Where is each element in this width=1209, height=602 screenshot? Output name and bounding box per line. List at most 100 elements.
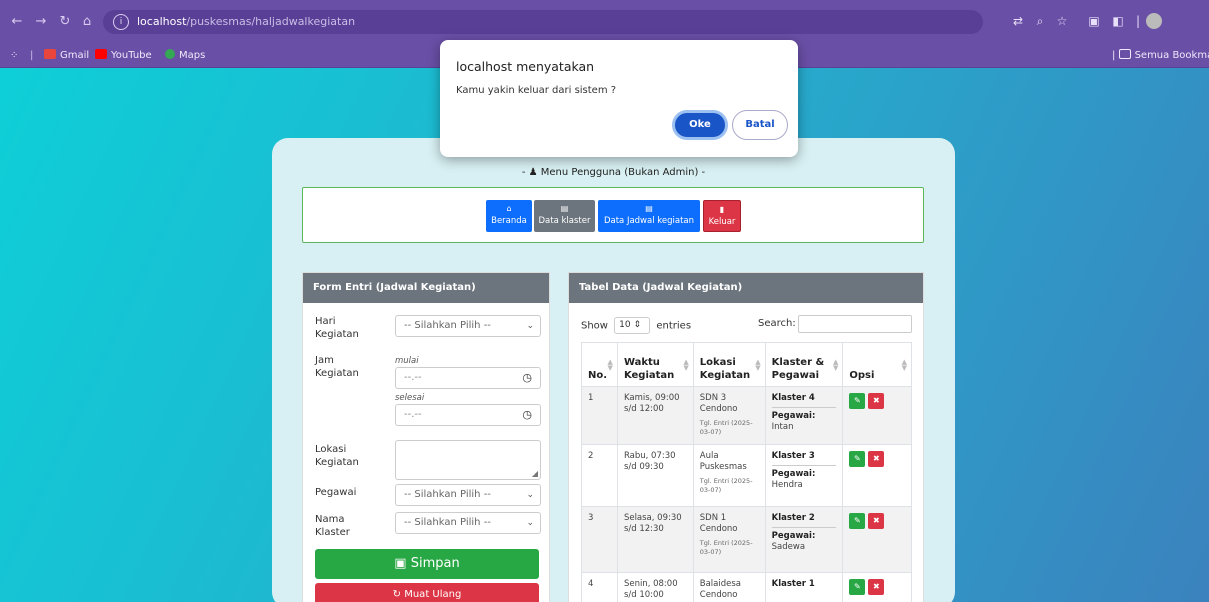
pegawai-select[interactable]: -- Silahkan Pilih -- ⌄ [395,484,541,506]
cell-opsi: ✎ ✖ [842,444,912,507]
column-header-lokasi[interactable]: Lokasi Kegiatan ▲ ▼ [692,342,766,387]
bookmark-gmail[interactable]: Gmail [44,48,89,64]
star-icon[interactable]: ☆ [1054,13,1070,29]
klaster-name: Klaster 3 [771,451,815,461]
jam-selesai-input[interactable]: --.-- ◷ [395,404,541,426]
edit-button[interactable]: ✎ [849,451,866,467]
save-icon: ▣ [394,556,411,571]
edit-button[interactable]: ✎ [849,513,866,529]
bookmark-maps[interactable]: Maps [165,48,205,64]
table-icon: ▤ [560,204,569,213]
url-host: localhost [137,15,187,28]
cell-lokasi: Aula Puskesmas Tgl. Entri (2025-03-07) [692,444,766,507]
cell-no: 2 [581,444,618,507]
cell-no: 3 [581,506,618,573]
hari-select[interactable]: -- Silahkan Pilih -- ⌄ [395,315,541,337]
form-title: Form Entri (Jadwal Kegiatan) [303,273,549,303]
menu-data-klaster-button[interactable]: ▤ Data klaster [534,200,595,232]
save-button[interactable]: ▣ Simpan [315,549,539,579]
avatar[interactable] [1146,13,1162,29]
delete-button[interactable]: ✖ [868,513,885,529]
all-bookmarks-label: Semua Bookma [1134,50,1209,61]
pegawai-label: Pegawai [315,487,357,498]
cell-lokasi: Balaidesa Cendono [692,572,766,602]
edit-button[interactable]: ✎ [849,579,866,595]
cell-klaster: Klaster 3 Pegawai: Hendra [764,444,844,507]
klaster-name: Klaster 2 [771,513,815,523]
tgl-entri: Tgl. Entri (2025-03-07) [699,477,753,494]
tgl-entri: Tgl. Entri (2025-03-07) [699,539,753,556]
delete-button[interactable]: ✖ [868,579,885,595]
column-header-opsi[interactable]: Opsi ▲ ▼ [842,342,912,387]
cell-no: 4 [581,572,618,602]
address-row: ← → ↻ ⌂ i localhost/puskesmas/haljadwalk… [0,8,1209,36]
clock-icon: ◷ [522,408,532,421]
cancel-button[interactable]: Batal [732,110,788,140]
address-bar[interactable]: i localhost/puskesmas/haljadwalkegiatan [103,10,983,34]
forward-arrow-icon[interactable]: → [32,13,50,31]
lokasi-text: Aula Puskesmas [699,451,747,472]
cell-waktu: Kamis, 09:00 s/d 12:00 [616,386,694,445]
home-icon[interactable]: ⌂ [78,13,96,31]
sort-icon: ▲ ▼ [833,358,839,372]
zoom-icon[interactable]: ⌕ [1032,13,1048,29]
menu-jadwal-kegiatan-button[interactable]: ▤ Data Jadwal kegiatan [598,200,700,232]
reload-button[interactable]: ↻ Muat Ulang [315,583,539,602]
data-table: No. ▲ ▼ Waktu Kegiatan ▲ ▼ Lokasi Kegiatan ▲ ▼… [581,342,912,602]
cell-waktu: Rabu, 07:30 s/d 09:30 [616,444,694,507]
form-panel: Form Entri (Jadwal Kegiatan) Hari Kegiat… [302,272,550,602]
entries-select[interactable]: 10 ⇕ [614,317,651,334]
puzzle-icon[interactable]: ◧ [1110,13,1126,29]
klaster-name: Klaster 1 [771,579,815,589]
klaster-select[interactable]: -- Silahkan Pilih -- ⌄ [395,512,541,534]
column-header-klaster-label: Klaster & Pegawai [771,357,825,381]
back-arrow-icon[interactable]: ← [8,13,26,31]
selesai-label: selesai [395,393,425,403]
cell-klaster: Klaster 4 Pegawai: Intan [764,386,844,445]
chevron-down-icon: ⌄ [526,518,534,528]
site-info-icon[interactable]: i [113,14,129,30]
column-header-klaster[interactable]: Klaster & Pegawai ▲ ▼ [764,342,844,387]
cell-klaster: Klaster 2 Pegawai: Sadewa [764,506,844,573]
cell-opsi: ✎ ✖ [842,386,912,445]
maps-icon [165,49,175,59]
all-bookmarks[interactable]: | Semua Bookma [1112,48,1209,64]
menu-keluar-label: Keluar [708,217,736,227]
menu-beranda-button[interactable]: ⌂ Beranda [486,200,532,232]
cell-no: 1 [581,386,618,445]
menu-keluar-button[interactable]: ▮ Keluar [703,200,741,232]
column-header-no[interactable]: No. ▲ ▼ [581,342,618,387]
dialog-title: localhost menyatakan [456,59,595,74]
column-header-waktu-label: Waktu Kegiatan [623,357,675,381]
column-header-lokasi-label: Lokasi Kegiatan [699,357,751,381]
menu-data-klaster-label: Data klaster [538,216,591,226]
delete-button[interactable]: ✖ [868,393,885,409]
lokasi-text: SDN 3 Cendono [699,393,738,414]
extension-icon[interactable]: ▣ [1086,13,1102,29]
search-input[interactable] [798,315,912,333]
column-header-opsi-label: Opsi [849,370,875,381]
hari-select-value: -- Silahkan Pilih -- [404,320,491,331]
column-header-waktu[interactable]: Waktu Kegiatan ▲ ▼ [616,342,694,387]
translate-icon[interactable]: ⇄ [1010,13,1026,29]
cell-klaster: Klaster 1 [764,572,844,602]
pegawai-label-text: Pegawai: [771,531,816,541]
jam-mulai-input[interactable]: --.-- ◷ [395,367,541,389]
pegawai-select-value: -- Silahkan Pilih -- [404,489,491,500]
cell-waktu: Selasa, 09:30 s/d 12:30 [616,506,694,573]
lokasi-textarea[interactable]: ◢ [395,440,541,480]
bookmark-youtube[interactable]: YouTube [95,48,152,64]
ok-button[interactable]: Oke [672,110,728,140]
klaster-separator [771,407,837,408]
edit-button[interactable]: ✎ [849,393,866,409]
entries-select-value: 10 [619,320,631,330]
search-label: Search: [758,318,796,329]
lokasi-text: SDN 1 Cendono [699,513,738,534]
delete-button[interactable]: ✖ [868,451,885,467]
reload-icon[interactable]: ↻ [56,13,74,31]
table-row: 1 Kamis, 09:00 s/d 12:00 SDN 3 Cendono Tg… [581,386,912,445]
resize-grip-icon[interactable]: ◢ [532,469,538,478]
folder-icon [1118,49,1131,59]
apps-icon[interactable]: ⁘ [10,48,18,64]
menu-jadwal-kegiatan-label: Data Jadwal kegiatan [603,216,695,226]
